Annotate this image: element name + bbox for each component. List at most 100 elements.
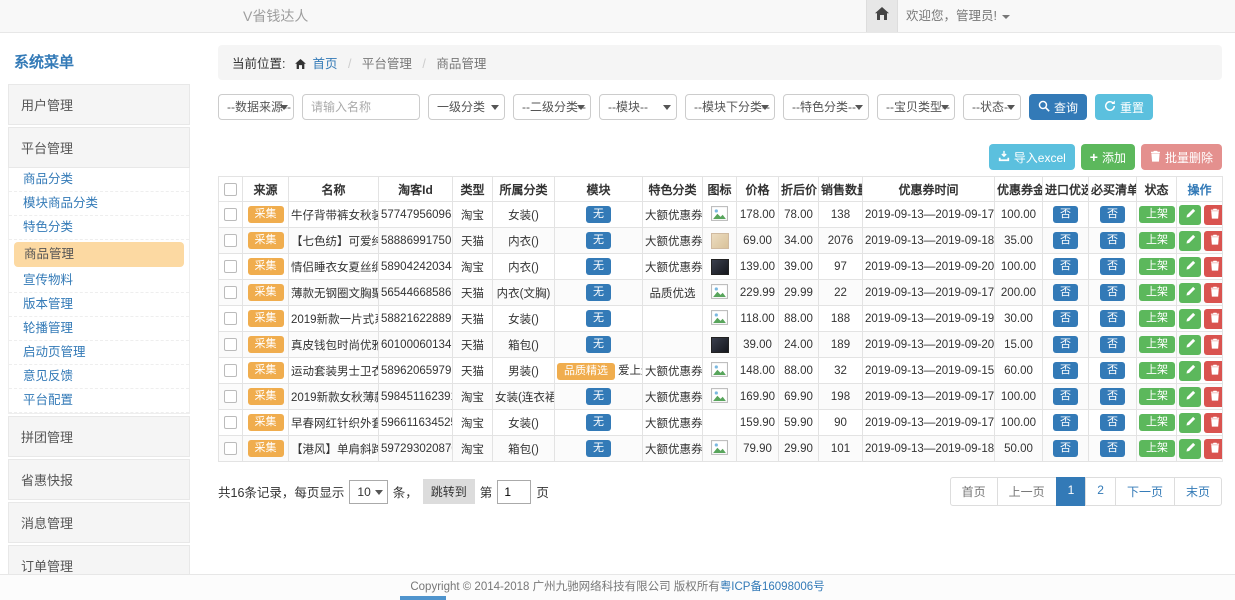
pager-page-2[interactable]: 2 — [1085, 477, 1116, 506]
sidebar-subitem[interactable]: 版本管理 — [9, 293, 189, 317]
sidebar-subitem[interactable]: 宣传物料 — [9, 269, 189, 293]
sidebar-item[interactable]: 用户管理 — [8, 84, 190, 125]
delete-button[interactable] — [1204, 205, 1223, 225]
must-buy-toggle[interactable]: 否 — [1100, 310, 1125, 327]
sidebar-subitem[interactable]: 特色分类 — [9, 216, 189, 240]
delete-button[interactable] — [1204, 231, 1223, 251]
page-number-input[interactable] — [497, 480, 531, 504]
add-button[interactable]: + 添加 — [1081, 144, 1135, 170]
row-checkbox[interactable] — [224, 312, 237, 325]
sidebar-subitem[interactable]: 启动页管理 — [9, 341, 189, 365]
edit-button[interactable] — [1179, 361, 1201, 381]
filter-select[interactable]: 一级分类 — [428, 94, 505, 120]
filter-select[interactable]: --模块下分类-- — [685, 94, 775, 120]
row-checkbox[interactable] — [224, 338, 237, 351]
must-buy-toggle[interactable]: 否 — [1100, 440, 1125, 457]
edit-button[interactable] — [1179, 439, 1201, 459]
delete-button[interactable] — [1204, 257, 1223, 277]
delete-button[interactable] — [1204, 413, 1223, 433]
filter-select[interactable]: --模块-- — [599, 94, 677, 120]
row-checkbox[interactable] — [224, 442, 237, 455]
pager-prev[interactable]: 上一页 — [997, 477, 1057, 506]
sidebar-subitem[interactable]: 商品分类 — [9, 168, 189, 192]
filter-select[interactable]: --状态-- — [963, 94, 1021, 120]
sidebar-subitem[interactable]: 轮播管理 — [9, 317, 189, 341]
must-buy-toggle[interactable]: 否 — [1100, 362, 1125, 379]
pager-first[interactable]: 首页 — [950, 477, 998, 506]
delete-button[interactable] — [1204, 361, 1223, 381]
name-search-input[interactable] — [302, 94, 420, 120]
import-excel-button[interactable]: 导入excel — [989, 144, 1075, 170]
must-buy-toggle[interactable]: 否 — [1100, 258, 1125, 275]
delete-button[interactable] — [1204, 439, 1223, 459]
status-toggle[interactable]: 上架 — [1139, 362, 1175, 379]
sidebar-item[interactable]: 拼团管理 — [8, 416, 190, 457]
import-select-toggle[interactable]: 否 — [1053, 232, 1078, 249]
edit-button[interactable] — [1179, 387, 1201, 407]
row-checkbox[interactable] — [224, 208, 237, 221]
pager-page-1[interactable]: 1 — [1056, 477, 1087, 506]
edit-button[interactable] — [1179, 413, 1201, 433]
row-checkbox[interactable] — [224, 416, 237, 429]
pager-next[interactable]: 下一页 — [1115, 477, 1175, 506]
filter-select[interactable]: --数据来源-- — [218, 94, 294, 120]
filter-select[interactable]: --二级分类-- — [513, 94, 591, 120]
breadcrumb-home-link[interactable]: 首页 — [312, 57, 337, 71]
row-checkbox[interactable] — [224, 390, 237, 403]
status-toggle[interactable]: 上架 — [1139, 414, 1175, 431]
edit-button[interactable] — [1179, 283, 1201, 303]
import-select-toggle[interactable]: 否 — [1053, 414, 1078, 431]
must-buy-toggle[interactable]: 否 — [1100, 414, 1125, 431]
must-buy-toggle[interactable]: 否 — [1100, 284, 1125, 301]
status-toggle[interactable]: 上架 — [1139, 310, 1175, 327]
per-page-select[interactable]: 10 — [349, 480, 387, 504]
delete-button[interactable] — [1204, 309, 1223, 329]
sidebar-subitem[interactable]: 模块商品分类 — [9, 192, 189, 216]
filter-select[interactable]: --特色分类-- — [783, 94, 869, 120]
row-checkbox[interactable] — [224, 286, 237, 299]
status-toggle[interactable]: 上架 — [1139, 206, 1175, 223]
delete-button[interactable] — [1204, 335, 1223, 355]
import-select-toggle[interactable]: 否 — [1053, 258, 1078, 275]
import-select-toggle[interactable]: 否 — [1053, 362, 1078, 379]
row-checkbox[interactable] — [224, 260, 237, 273]
must-buy-toggle[interactable]: 否 — [1100, 232, 1125, 249]
sidebar-subitem[interactable]: 意见反馈 — [9, 365, 189, 389]
must-buy-toggle[interactable]: 否 — [1100, 388, 1125, 405]
import-select-toggle[interactable]: 否 — [1053, 336, 1078, 353]
pager-last[interactable]: 末页 — [1174, 477, 1222, 506]
import-select-toggle[interactable]: 否 — [1053, 284, 1078, 301]
edit-button[interactable] — [1179, 335, 1201, 355]
edit-button[interactable] — [1179, 205, 1201, 225]
select-all-checkbox[interactable] — [224, 183, 237, 196]
must-buy-toggle[interactable]: 否 — [1100, 336, 1125, 353]
user-menu[interactable]: 欢迎您，管理员! — [906, 0, 1010, 32]
sidebar-subitem[interactable]: 平台配置 — [9, 389, 189, 413]
edit-button[interactable] — [1179, 231, 1201, 251]
status-toggle[interactable]: 上架 — [1139, 440, 1175, 457]
status-toggle[interactable]: 上架 — [1139, 336, 1175, 353]
filter-select[interactable]: --宝贝类型-- — [877, 94, 955, 120]
edit-button[interactable] — [1179, 257, 1201, 277]
row-checkbox[interactable] — [224, 234, 237, 247]
home-button[interactable] — [866, 0, 898, 32]
batch-delete-button[interactable]: 批量删除 — [1141, 144, 1222, 170]
row-checkbox[interactable] — [224, 364, 237, 377]
must-buy-toggle[interactable]: 否 — [1100, 206, 1125, 223]
sidebar-item[interactable]: 平台管理 — [8, 127, 190, 168]
delete-button[interactable] — [1204, 387, 1223, 407]
sidebar-subitem[interactable]: 商品管理 — [14, 242, 184, 267]
import-select-toggle[interactable]: 否 — [1053, 440, 1078, 457]
status-toggle[interactable]: 上架 — [1139, 284, 1175, 301]
status-toggle[interactable]: 上架 — [1139, 258, 1175, 275]
status-toggle[interactable]: 上架 — [1139, 388, 1175, 405]
import-select-toggle[interactable]: 否 — [1053, 206, 1078, 223]
status-toggle[interactable]: 上架 — [1139, 232, 1175, 249]
import-select-toggle[interactable]: 否 — [1053, 388, 1078, 405]
delete-button[interactable] — [1204, 283, 1223, 303]
sidebar-item[interactable]: 消息管理 — [8, 502, 190, 543]
sidebar-item[interactable]: 订单管理 — [8, 545, 190, 574]
search-button[interactable]: 查询 — [1029, 94, 1087, 120]
sidebar-item[interactable]: 省惠快报 — [8, 459, 190, 500]
reset-button[interactable]: 重置 — [1095, 94, 1153, 120]
